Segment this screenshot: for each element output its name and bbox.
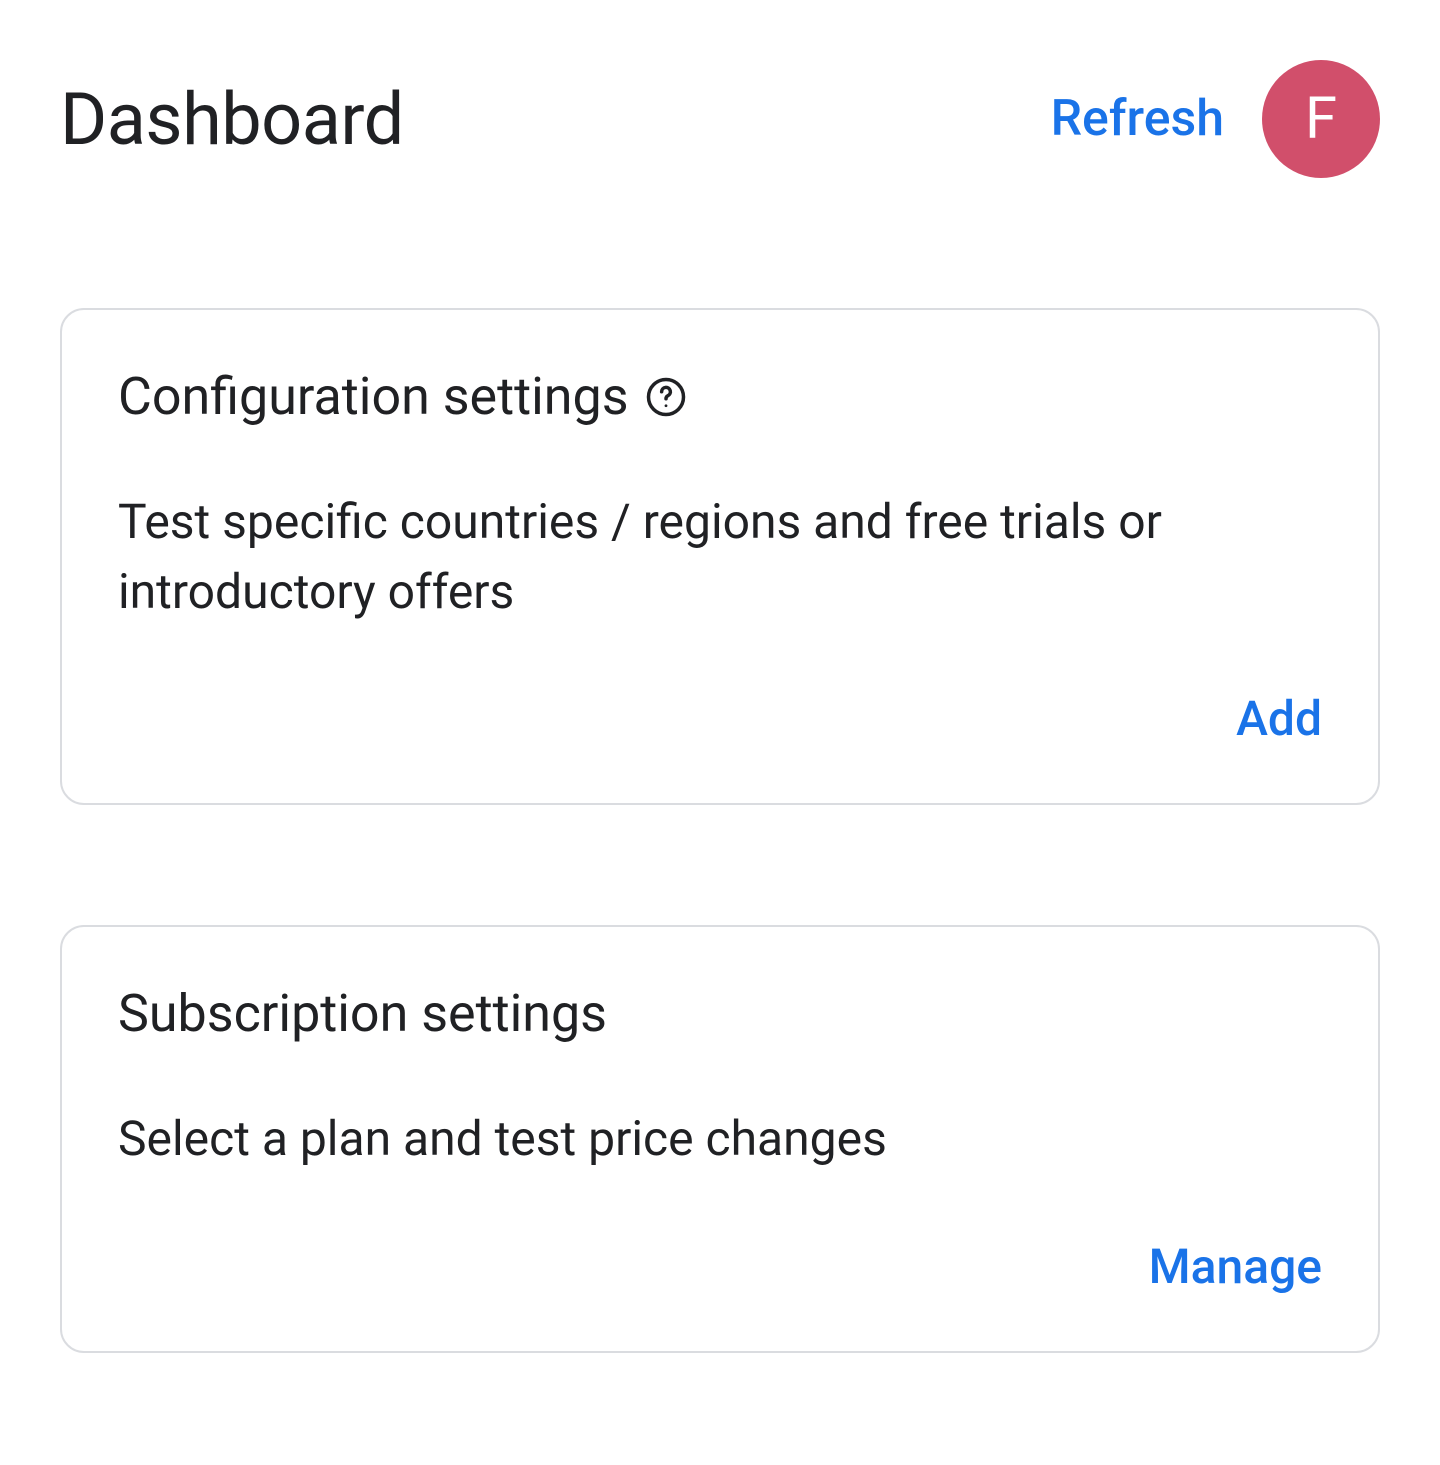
help-icon[interactable] (645, 376, 687, 418)
configuration-settings-description: Test specific countries / regions and fr… (118, 487, 1322, 626)
header: Dashboard Refresh F (60, 60, 1380, 178)
card-action-row: Add (118, 682, 1322, 755)
configuration-settings-card: Configuration settings Test specific cou… (60, 308, 1380, 805)
card-action-row: Manage (118, 1230, 1322, 1303)
avatar-initial: F (1305, 85, 1337, 153)
add-button[interactable]: Add (1236, 682, 1322, 755)
header-right: Refresh F (1051, 60, 1380, 178)
refresh-button[interactable]: Refresh (1051, 90, 1224, 148)
subscription-settings-description: Select a plan and test price changes (118, 1104, 1322, 1174)
avatar[interactable]: F (1262, 60, 1380, 178)
subscription-settings-card: Subscription settings Select a plan and … (60, 925, 1380, 1353)
card-title-row: Configuration settings (118, 366, 1322, 427)
configuration-settings-title: Configuration settings (118, 366, 629, 427)
page-title: Dashboard (60, 77, 404, 162)
manage-button[interactable]: Manage (1149, 1230, 1322, 1303)
subscription-settings-title: Subscription settings (118, 983, 607, 1044)
card-title-row: Subscription settings (118, 983, 1322, 1044)
